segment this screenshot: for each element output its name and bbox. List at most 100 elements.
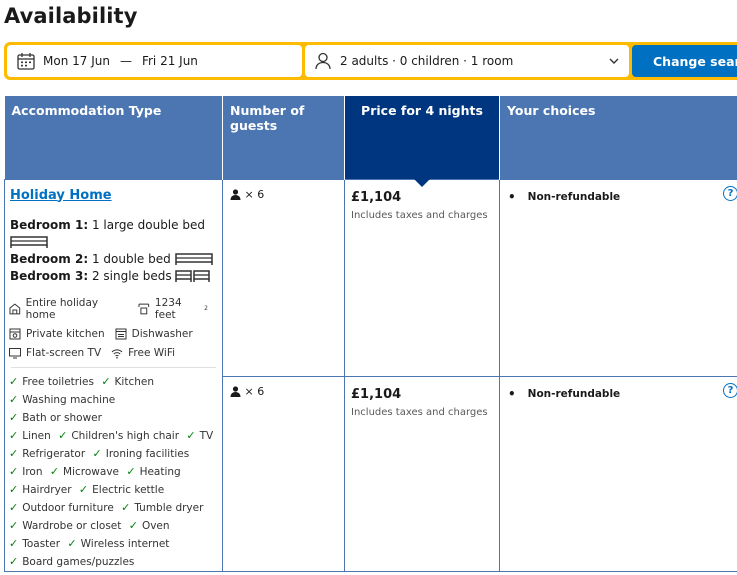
price-cell: £1,104 Includes taxes and charges <box>344 375 500 572</box>
feature-label: Entire holiday home <box>25 296 99 321</box>
house-icon <box>9 303 21 314</box>
amenity-label: Refrigerator <box>22 447 86 460</box>
amenity-label: Iron <box>22 465 43 478</box>
amenity-item: ✓ Refrigerator <box>9 445 85 463</box>
amenity-item: ✓ Electric kettle <box>79 481 164 499</box>
bedroom-2: Bedroom 2: 1 double bed <box>10 251 218 268</box>
amenity-label: Washing machine <box>22 393 116 406</box>
choice-label: Non-refundable <box>527 190 621 203</box>
bedroom-3: Bedroom 3: 2 single beds <box>10 268 218 285</box>
bedroom-label: Bedroom 1: <box>10 217 89 232</box>
check-icon: ✓ <box>9 482 19 496</box>
amenities-list: ✓ Free toiletries ✓ Kitchen ✓ Washing machi… <box>9 373 218 571</box>
check-in-date: Mon 17 Jun <box>43 54 110 68</box>
amenity-item: ✓ TV <box>186 427 213 445</box>
amenity-label: Children's high chair <box>71 429 180 442</box>
bed-icon <box>10 236 48 248</box>
amenity-item: ✓ Bath or shower <box>9 409 102 427</box>
feature-dishwasher: Dishwasher <box>115 328 193 340</box>
guests-selector[interactable]: 2 adults · 0 children · 1 room <box>305 45 629 77</box>
header-accommodation-type: Accommodation Type <box>4 96 223 179</box>
amenity-item: ✓ Outdoor furniture <box>9 499 114 517</box>
amenity-label: Heating <box>139 465 181 478</box>
amenity-label: Board games/puzzles <box>22 555 135 568</box>
amenity-label: Hairdryer <box>22 483 72 496</box>
check-icon: ✓ <box>9 410 19 424</box>
feature-label: Dishwasher <box>131 327 193 340</box>
price-note: Includes taxes and charges <box>351 209 488 221</box>
amenity-item: ✓ Linen <box>9 427 51 445</box>
amenity-label: Free toiletries <box>22 375 94 388</box>
bedroom-beds: 1 double bed <box>91 251 171 266</box>
guests-cell: × 6 <box>222 178 345 377</box>
feature-entire-home: Entire holiday home <box>9 297 128 321</box>
check-icon: ✓ <box>9 500 19 514</box>
feature-tv: Flat-screen TV <box>9 347 101 359</box>
help-icon[interactable]: ? <box>723 382 737 398</box>
price-note: Includes taxes and charges <box>351 406 488 418</box>
amenity-label: Ironing facilities <box>105 447 190 460</box>
header-price-label: Price for 4 nights <box>361 103 483 118</box>
price-value: £1,104 <box>351 189 402 205</box>
size-icon <box>138 303 150 314</box>
amenity-label: TV <box>199 429 214 442</box>
feature-label: Flat-screen TV <box>26 346 102 359</box>
check-icon: ✓ <box>9 464 19 478</box>
amenity-label: Wireless internet <box>80 537 170 550</box>
guest-icon <box>230 188 241 200</box>
chevron-down-icon <box>609 58 619 64</box>
sort-arrow-icon <box>414 178 430 187</box>
check-icon: ✓ <box>49 464 60 478</box>
amenity-item: ✓ Microwave <box>50 463 119 481</box>
amenity-item: ✓ Toaster <box>9 535 60 553</box>
check-icon: ✓ <box>9 446 19 460</box>
amenity-item: ✓ Iron <box>9 463 42 481</box>
amenity-item: ✓ Ironing facilities <box>93 445 190 463</box>
table-header-row: Accommodation Type Number of guests Pric… <box>4 96 737 187</box>
availability-table: Accommodation Type Number of guests Pric… <box>4 96 737 572</box>
amenity-label: Toaster <box>22 537 61 550</box>
date-separator: — <box>119 54 132 68</box>
amenity-item: ✓ Tumble dryer <box>121 499 203 517</box>
amenity-item: ✓ Heating <box>126 463 180 481</box>
dishwasher-icon <box>115 328 127 339</box>
header-price[interactable]: Price for 4 nights <box>344 96 500 187</box>
date-picker[interactable]: Mon 17 Jun — Fri 21 Jun <box>7 45 302 77</box>
amenity-item: ✓ Kitchen <box>101 373 154 391</box>
amenity-item: ✓ Children's high chair <box>58 427 179 445</box>
feature-row: Private kitchen Dishwasher <box>9 328 218 340</box>
help-icon[interactable]: ? <box>723 185 737 201</box>
amenity-label: Microwave <box>63 465 120 478</box>
guest-icon <box>230 385 241 397</box>
wifi-icon <box>111 348 123 358</box>
check-icon: ✓ <box>186 428 196 442</box>
check-icon: ✓ <box>101 374 111 388</box>
tv-icon <box>9 347 21 358</box>
amenity-label: Oven <box>141 519 170 532</box>
choices-cell: • Non-refundable ? <box>499 375 737 572</box>
max-guests: × 6 <box>230 188 264 201</box>
check-icon: ✓ <box>92 446 102 460</box>
choices-cell: • Non-refundable ? <box>499 178 737 377</box>
room-name-link[interactable]: Holiday Home <box>10 188 112 203</box>
max-guests-count: × 6 <box>244 187 265 201</box>
check-icon: ✓ <box>128 518 138 532</box>
search-bar: Mon 17 Jun — Fri 21 Jun 2 adults · 0 chi… <box>4 42 737 80</box>
bedroom-label: Bedroom 2: <box>10 251 89 266</box>
bed-icon <box>193 270 211 282</box>
change-search-button[interactable]: Change search <box>632 45 737 77</box>
guests-summary: 2 adults · 0 children · 1 room <box>340 54 514 68</box>
price-value: £1,104 <box>351 386 402 402</box>
amenity-label: Tumble dryer <box>134 501 204 514</box>
check-icon: ✓ <box>9 428 19 442</box>
amenity-item: ✓ Wardrobe or closet <box>9 517 121 535</box>
bed-icon <box>175 270 193 282</box>
amenity-item: ✓ Washing machine <box>9 391 115 409</box>
choice-label: Non-refundable <box>527 387 621 400</box>
page-title: Availability <box>4 4 138 28</box>
amenity-item: ✓ Wireless internet <box>67 535 169 553</box>
max-guests-count: × 6 <box>244 384 265 398</box>
calendar-icon <box>17 53 35 70</box>
check-icon: ✓ <box>78 482 89 496</box>
check-icon: ✓ <box>9 554 19 568</box>
